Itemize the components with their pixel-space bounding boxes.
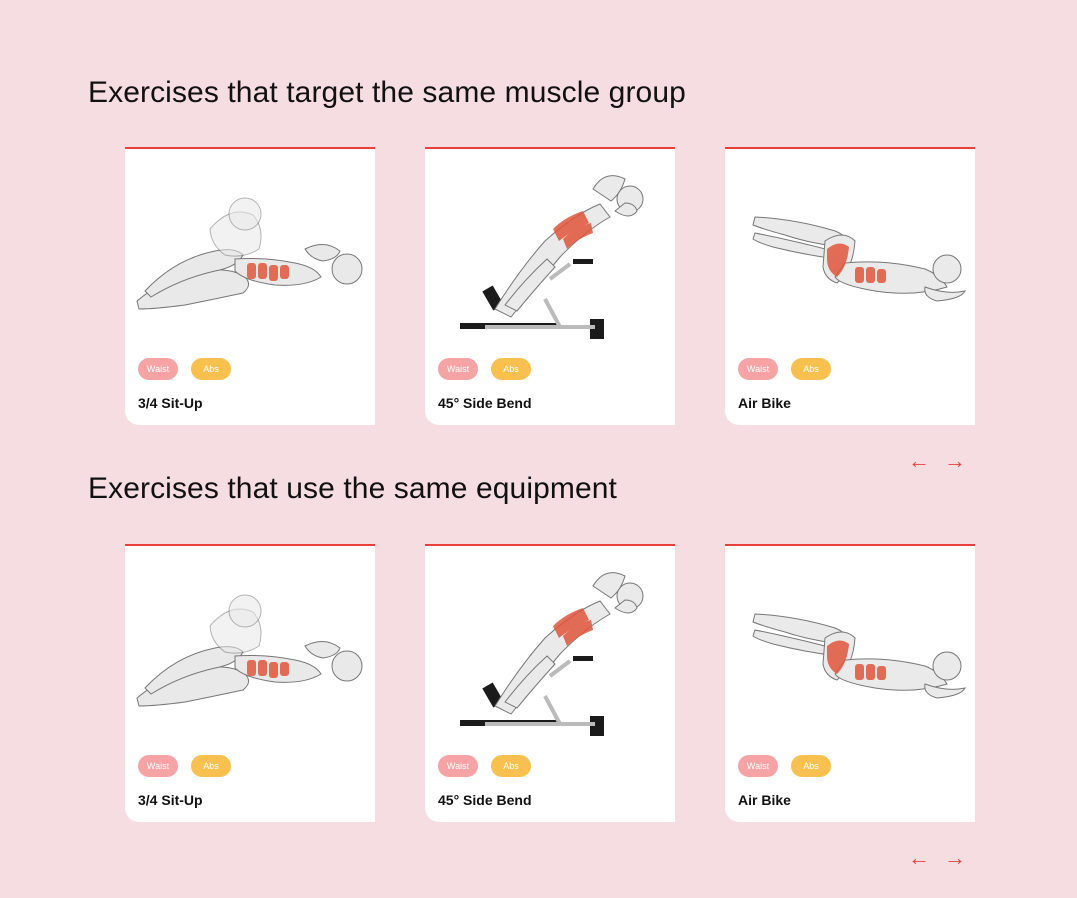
equipment-carousel: Waist Abs 3/4 Sit-Up Waist Abs 45° Side … [125,544,975,822]
muscle-group-carousel: Waist Abs 3/4 Sit-Up Waist Abs 45° Side … [125,147,975,425]
tag-abs[interactable]: Abs [191,358,231,380]
tag-waist[interactable]: Waist [738,358,778,380]
tag-abs[interactable]: Abs [791,755,831,777]
tag-list: Waist Abs [738,755,831,777]
tag-list: Waist Abs [438,755,531,777]
tag-waist[interactable]: Waist [438,755,478,777]
tag-list: Waist Abs [438,358,531,380]
exercise-card[interactable]: Waist Abs 3/4 Sit-Up [125,147,375,425]
exercise-name[interactable]: Air Bike [738,792,791,808]
section-title-equipment: Exercises that use the same equipment [88,472,617,505]
tag-abs[interactable]: Abs [191,755,231,777]
exercise-name[interactable]: 3/4 Sit-Up [138,395,203,411]
tag-list: Waist Abs [138,755,231,777]
carousel-nav: ← → [908,450,966,472]
exercise-card[interactable]: Waist Abs Air Bike [725,544,975,822]
exercise-image [125,556,375,746]
exercise-card[interactable]: Waist Abs 45° Side Bend [425,544,675,822]
exercise-image [425,159,675,349]
exercise-image [425,556,675,746]
exercise-name[interactable]: 45° Side Bend [438,395,532,411]
tag-abs[interactable]: Abs [491,358,531,380]
arrow-right-icon[interactable]: → [944,847,966,869]
exercise-image [125,159,375,349]
exercise-card[interactable]: Waist Abs Air Bike [725,147,975,425]
tag-list: Waist Abs [138,358,231,380]
tag-waist[interactable]: Waist [138,755,178,777]
exercise-image [725,159,975,349]
exercise-name[interactable]: 45° Side Bend [438,792,532,808]
arrow-right-icon[interactable]: → [944,450,966,472]
tag-waist[interactable]: Waist [438,358,478,380]
exercise-card[interactable]: Waist Abs 45° Side Bend [425,147,675,425]
exercise-name[interactable]: 3/4 Sit-Up [138,792,203,808]
tag-waist[interactable]: Waist [138,358,178,380]
carousel-nav: ← → [908,847,966,869]
tag-list: Waist Abs [738,358,831,380]
tag-waist[interactable]: Waist [738,755,778,777]
tag-abs[interactable]: Abs [791,358,831,380]
exercise-image [725,556,975,746]
arrow-left-icon[interactable]: ← [908,847,930,869]
section-title-muscle-group: Exercises that target the same muscle gr… [88,76,686,109]
arrow-left-icon[interactable]: ← [908,450,930,472]
exercise-card[interactable]: Waist Abs 3/4 Sit-Up [125,544,375,822]
tag-abs[interactable]: Abs [491,755,531,777]
exercise-name[interactable]: Air Bike [738,395,791,411]
